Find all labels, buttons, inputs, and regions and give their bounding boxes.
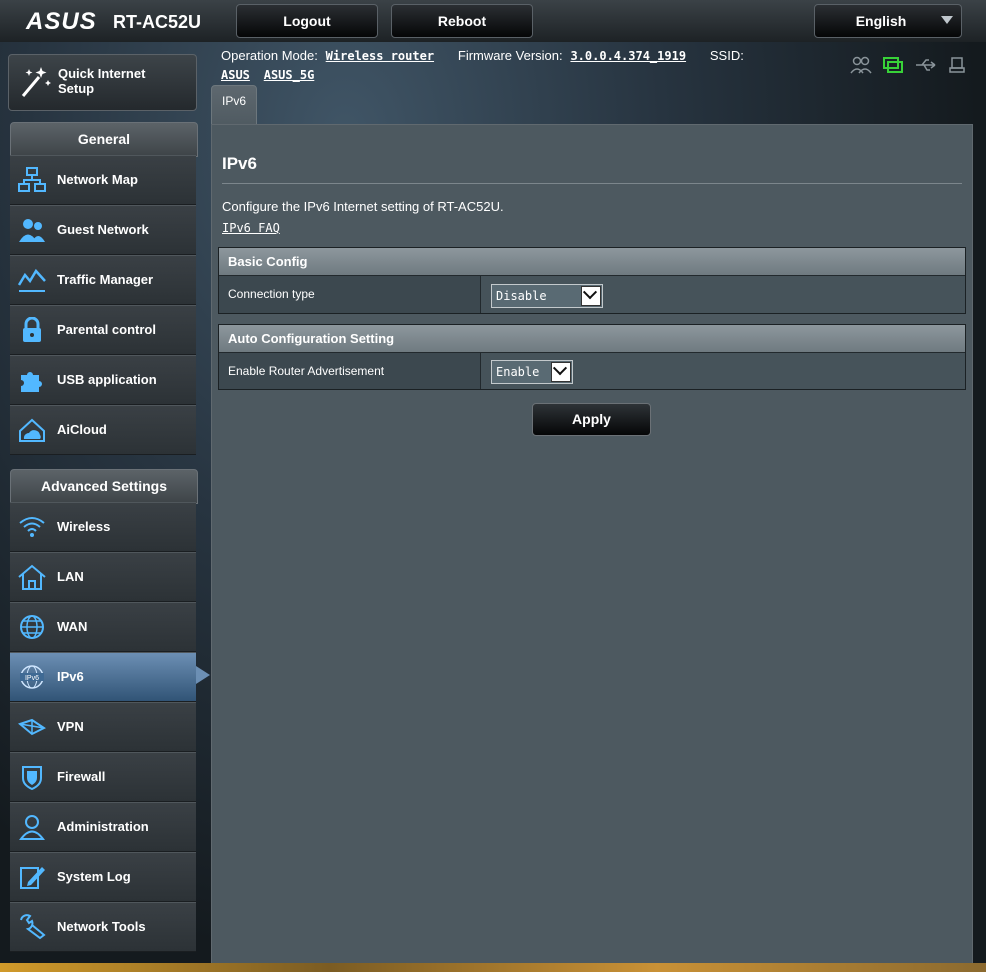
quick-internet-setup-button[interactable]: Quick Internet Setup [8, 54, 197, 111]
tab-ipv6[interactable]: IPv6 [211, 85, 257, 127]
bottom-strip [0, 963, 986, 972]
router-advertisement-row: Enable Router Advertisement Enable [219, 353, 965, 389]
sidebar-item-wan[interactable]: WAN [10, 602, 196, 652]
sidebar-item-lan[interactable]: LAN [10, 552, 196, 602]
sidebar-item-traffic-manager[interactable]: Traffic Manager [10, 255, 196, 305]
internet-connected-icon[interactable] [882, 56, 904, 74]
router-advertisement-label: Enable Router Advertisement [219, 353, 481, 389]
usb-icon[interactable] [915, 56, 937, 74]
main-panel: IPv6 Configure the IPv6 Internet setting… [211, 124, 973, 964]
language-select[interactable]: English [814, 4, 962, 38]
sidebar-item-label: VPN [57, 719, 84, 734]
reboot-button[interactable]: Reboot [391, 4, 533, 38]
general-header: General [10, 122, 198, 157]
top-bar: ASUS RT-AC52U Logout Reboot English [0, 0, 986, 42]
auto-config-header: Auto Configuration Setting [219, 325, 965, 353]
printer-icon[interactable] [947, 56, 969, 74]
sidebar-item-label: AiCloud [57, 422, 107, 437]
sidebar-item-administration[interactable]: Administration [10, 802, 196, 852]
language-label: English [855, 13, 907, 29]
sidebar-item-usb-application[interactable]: USB application [10, 355, 196, 405]
title-divider [222, 183, 962, 184]
sidebar-item-label: Network Tools [57, 919, 146, 934]
apply-button[interactable]: Apply [532, 403, 651, 436]
qis-label-line1: Quick Internet [58, 66, 146, 81]
connection-type-label: Connection type [219, 276, 481, 313]
page-title: IPv6 [222, 154, 257, 173]
usb-puzzle-icon [18, 367, 46, 393]
model-name: RT-AC52U [113, 12, 202, 32]
svg-text:IPv6: IPv6 [25, 675, 39, 682]
sidebar-item-label: Guest Network [57, 222, 149, 237]
chevron-down-icon [551, 362, 571, 382]
sidebar-item-vpn[interactable]: VPN [10, 702, 196, 752]
magic-wand-icon [19, 63, 53, 104]
ssid-label: SSID: [709, 48, 744, 63]
sidebar-item-label: Traffic Manager [57, 272, 154, 287]
ssid-list: ASUS ASUS_5G [221, 68, 314, 83]
log-edit-icon [18, 864, 46, 890]
op-mode-label: Operation Mode: [221, 48, 318, 63]
page-description: Configure the IPv6 Internet setting of R… [222, 199, 504, 214]
sidebar-item-parental-control[interactable]: Parental control [10, 305, 196, 355]
sidebar-item-ipv6[interactable]: IPv6 IPv6 [10, 652, 196, 702]
active-indicator-arrow [196, 666, 210, 684]
globe-icon [18, 614, 46, 640]
ipv6-faq-link[interactable]: IPv6 FAQ [222, 221, 280, 235]
status-info: Operation Mode: Wireless router Firmware… [221, 48, 744, 64]
sidebar-item-label: Network Map [57, 172, 138, 187]
sidebar-item-label: LAN [57, 569, 84, 584]
basic-config-header: Basic Config [219, 248, 965, 276]
sidebar-item-label: System Log [57, 869, 131, 884]
ssid-link-2g[interactable]: ASUS [221, 68, 250, 82]
auto-config-table: Auto Configuration Setting Enable Router… [218, 324, 966, 390]
connection-type-row: Connection type Disable [219, 276, 965, 313]
traffic-manager-icon [17, 267, 46, 293]
guest-network-icon [18, 217, 46, 243]
sidebar-item-label: Firewall [57, 769, 106, 784]
advanced-settings-header: Advanced Settings [10, 469, 198, 504]
sidebar-item-guest-network[interactable]: Guest Network [10, 205, 196, 255]
sidebar-item-label: Administration [57, 819, 149, 834]
shield-icon [18, 764, 46, 791]
sidebar-item-firewall[interactable]: Firewall [10, 752, 196, 802]
clients-icon[interactable] [850, 56, 872, 74]
wrench-icon [18, 914, 46, 940]
aicloud-icon [18, 417, 46, 443]
router-advertisement-select[interactable]: Enable [491, 360, 573, 384]
home-icon [18, 564, 46, 590]
ssid-link-5g[interactable]: ASUS_5G [264, 68, 315, 82]
chevron-down-icon [581, 286, 601, 306]
sidebar-item-wireless[interactable]: Wireless [10, 502, 196, 552]
asus-logo: ASUS [26, 8, 97, 35]
sidebar-item-aicloud[interactable]: AiCloud [10, 405, 196, 455]
sidebar-item-label: WAN [57, 619, 88, 634]
sidebar-item-system-log[interactable]: System Log [10, 852, 196, 902]
logout-button[interactable]: Logout [236, 4, 378, 38]
connection-type-value: Disable [496, 289, 547, 303]
router-advertisement-value: Enable [496, 365, 540, 379]
firmware-link[interactable]: 3.0.0.4.374_1919 [570, 49, 686, 63]
status-icons [850, 56, 975, 79]
sidebar-item-label: Parental control [57, 322, 156, 337]
admin-user-icon [18, 814, 46, 840]
qis-label-line2: Setup [58, 81, 95, 96]
wifi-icon [18, 514, 46, 540]
op-mode-link[interactable]: Wireless router [326, 49, 434, 63]
sidebar-item-label: IPv6 [57, 669, 84, 684]
firmware-label: Firmware Version: [457, 48, 563, 63]
sidebar-item-label: USB application [57, 372, 157, 387]
network-map-icon [18, 167, 46, 193]
basic-config-table: Basic Config Connection type Disable [218, 247, 966, 314]
parental-lock-icon [18, 316, 46, 343]
chevron-down-icon [941, 16, 953, 24]
sidebar-item-network-tools[interactable]: Network Tools [10, 902, 196, 952]
vpn-icon [17, 714, 46, 740]
sidebar-item-network-map[interactable]: Network Map [10, 155, 196, 205]
ipv6-globe-icon: IPv6 [18, 664, 46, 690]
connection-type-select[interactable]: Disable [491, 284, 603, 308]
sidebar-item-label: Wireless [57, 519, 111, 534]
